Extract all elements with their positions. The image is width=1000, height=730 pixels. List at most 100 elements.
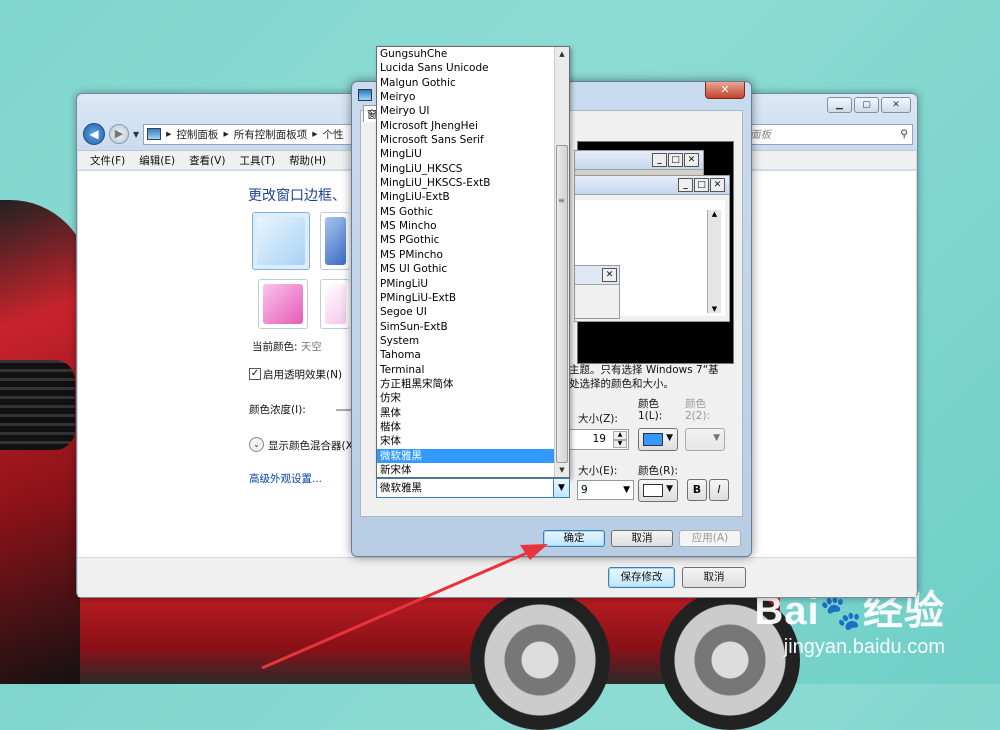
page-title: 更改窗口边框、 I [248, 188, 364, 204]
color-mixer-label[interactable]: 显示颜色混合器(X) [268, 438, 357, 453]
font-option[interactable]: 楷体 [377, 420, 556, 434]
watermark-url: jingyan.baidu.com [783, 636, 945, 658]
search-input[interactable]: 面板 ⚲ [745, 123, 913, 145]
history-dropdown-icon[interactable]: ▼ [133, 130, 139, 139]
breadcrumb-item[interactable]: 个性 [323, 127, 344, 142]
apply-button[interactable]: 应用(A) [679, 530, 741, 547]
font-list-scrollbar[interactable]: ▲ ≡ ▼ [554, 47, 569, 477]
item-size-stepper[interactable]: 19 ▲ ▼ [569, 429, 629, 450]
transparency-checkbox[interactable]: ✓ [249, 368, 261, 380]
color1-picker-button[interactable]: ▼ [638, 428, 678, 451]
close-button[interactable]: ✕ [881, 97, 911, 113]
font-option[interactable]: MS PGothic [377, 233, 556, 247]
scroll-thumb[interactable] [556, 145, 568, 463]
font-color-label: 颜色(R): [638, 465, 679, 477]
transparency-label: 启用透明效果(N) [263, 369, 343, 381]
font-option[interactable]: Terminal [377, 363, 556, 377]
minimize-button[interactable]: ▁ [827, 97, 852, 113]
chevron-down-icon[interactable]: ▼ [553, 479, 569, 497]
grip-icon: ≡ [558, 196, 565, 205]
scroll-up-icon[interactable]: ▲ [555, 47, 569, 61]
search-placeholder: 面板 [750, 128, 771, 141]
appearance-preview[interactable]: _ □ ✕ _ □ ✕ ▲ ▼ ✕ [574, 141, 734, 364]
chevron-down-icon: ▼ [713, 433, 720, 443]
font-option[interactable]: 黑体 [377, 406, 556, 420]
font-option[interactable]: 新宋体 [377, 463, 556, 477]
font-option[interactable]: Segoe UI [377, 305, 556, 319]
close-icon: ✕ [684, 153, 699, 167]
chevron-right-icon[interactable]: ▸ [223, 128, 228, 140]
font-option[interactable]: MS PMincho [377, 248, 556, 262]
menu-edit[interactable]: 编辑(E) [139, 153, 175, 168]
spin-up-icon: ▲ [613, 431, 627, 440]
color-swatch-fuchsia[interactable] [258, 279, 308, 329]
font-option[interactable]: Malgun Gothic [377, 76, 556, 90]
font-option[interactable]: MS Gothic [377, 205, 556, 219]
minimize-icon: _ [652, 153, 667, 167]
color-swatch-blush[interactable] [320, 279, 350, 329]
current-color-label: 当前颜色: 天空 [252, 341, 322, 353]
preview-scrollbar: ▲ ▼ [707, 210, 721, 313]
font-option[interactable]: MingLiU_HKSCS-ExtB [377, 176, 556, 190]
close-icon: ✕ [710, 178, 725, 192]
font-option[interactable]: PMingLiU-ExtB [377, 291, 556, 305]
advanced-appearance-link[interactable]: 高级外观设置... [249, 471, 322, 486]
dialog-cancel-button[interactable]: 取消 [611, 530, 673, 547]
menu-view[interactable]: 查看(V) [189, 153, 225, 168]
save-changes-button[interactable]: 保存修改 [608, 567, 675, 588]
font-option[interactable]: Meiryo [377, 90, 556, 104]
menu-file[interactable]: 文件(F) [90, 153, 125, 168]
font-option[interactable]: MingLiU_HKSCS [377, 162, 556, 176]
breadcrumb-item[interactable]: 控制面板 [176, 127, 218, 142]
item-size-label: 大小(Z): [578, 413, 618, 425]
dialog-description-2: 处选择的颜色和大小。 [569, 378, 674, 390]
breadcrumb-item[interactable]: 所有控制面板项 [234, 127, 308, 142]
font-option[interactable]: Microsoft Sans Serif [377, 133, 556, 147]
scroll-down-icon[interactable]: ▼ [555, 463, 569, 477]
font-option[interactable]: Lucida Sans Unicode [377, 61, 556, 75]
font-option[interactable]: SimSun-ExtB [377, 320, 556, 334]
font-option[interactable]: MS UI Gothic [377, 262, 556, 276]
font-size-select[interactable]: 9 ▼ [577, 480, 634, 500]
font-option[interactable]: MingLiU [377, 147, 556, 161]
font-option[interactable]: Microsoft JhengHei [377, 119, 556, 133]
maximize-button[interactable]: ▢ [854, 97, 879, 113]
dialog-description: 主题。只有选择 Windows 7“基 [569, 364, 719, 376]
menu-help[interactable]: 帮助(H) [289, 153, 326, 168]
font-dropdown-list[interactable]: GungsuhChe Lucida Sans Unicode Malgun Goth… [376, 46, 570, 478]
font-option[interactable]: 方正粗黑宋简体 [377, 377, 556, 391]
font-option[interactable]: Meiryo UI [377, 104, 556, 118]
cancel-button[interactable]: 取消 [682, 567, 746, 588]
font-option[interactable]: 宋体 [377, 434, 556, 448]
color2-label-2: 2(2): [685, 410, 711, 422]
chevron-down-icon: ▼ [666, 433, 673, 443]
font-option[interactable]: 仿宋 [377, 391, 556, 405]
font-option[interactable]: GungsuhChe [377, 47, 556, 61]
chevron-right-icon[interactable]: ▸ [166, 128, 171, 140]
color-swatch-twilight[interactable] [320, 212, 350, 270]
forward-arrow-icon[interactable]: ▶ [109, 124, 129, 144]
font-option[interactable]: PMingLiU [377, 277, 556, 291]
font-option[interactable]: MS Mincho [377, 219, 556, 233]
font-option[interactable]: MingLiU-ExtB [377, 190, 556, 204]
close-icon[interactable]: ✕ [705, 82, 745, 99]
font-option[interactable]: Tahoma [377, 348, 556, 362]
ok-button[interactable]: 确定 [543, 530, 605, 547]
font-options: GungsuhChe Lucida Sans Unicode Malgun Goth… [377, 47, 556, 477]
font-option[interactable]: System [377, 334, 556, 348]
font-color-picker-button[interactable]: ▼ [638, 479, 678, 502]
color2-picker-button[interactable]: ▼ [685, 428, 725, 451]
maximize-icon: □ [668, 153, 683, 167]
bold-button[interactable]: B [687, 479, 707, 501]
back-arrow-icon[interactable]: ◀ [83, 123, 105, 145]
search-icon[interactable]: ⚲ [900, 128, 908, 140]
font-option[interactable]: 微软雅黑 [377, 448, 556, 463]
chevron-down-icon[interactable]: ⌄ [249, 437, 264, 452]
menu-tools[interactable]: 工具(T) [239, 153, 275, 168]
color-swatch-sky[interactable] [252, 212, 310, 270]
color1-swatch [643, 433, 663, 446]
italic-button[interactable]: I [709, 479, 729, 501]
font-select[interactable]: 微软雅黑 ▼ [376, 478, 570, 498]
chevron-right-icon[interactable]: ▸ [312, 128, 317, 140]
chevron-down-icon: ▼ [666, 484, 673, 494]
